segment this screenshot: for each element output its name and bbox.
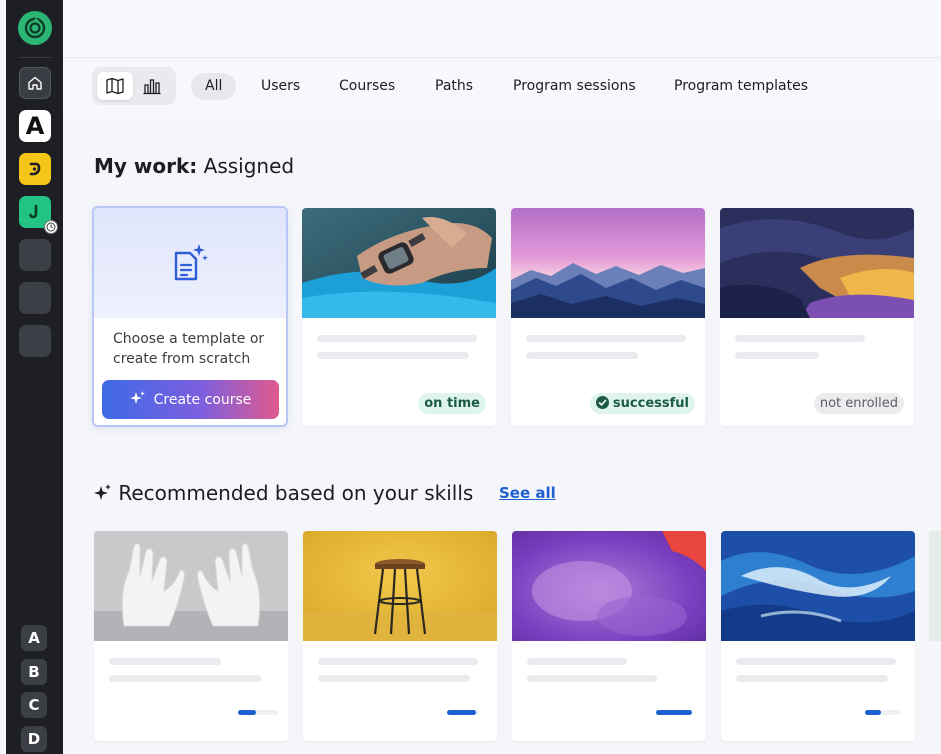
home-button[interactable] <box>19 67 51 99</box>
status-badge-label: successful <box>612 396 689 411</box>
view-toggle <box>92 67 176 105</box>
rail-letter-a[interactable]: A <box>21 625 47 651</box>
placeholder-line <box>736 658 896 665</box>
app-a-letter: A <box>25 112 45 140</box>
app-placeholder-1[interactable] <box>19 239 51 271</box>
my-work-title-label: My work: <box>94 154 198 178</box>
status-badge: successful <box>589 393 695 414</box>
recommended-course-card[interactable] <box>512 531 706 741</box>
placeholder-line <box>735 352 819 359</box>
placeholder-line <box>735 335 865 342</box>
progress-track <box>238 710 278 715</box>
my-work-title-filter: Assigned <box>203 154 295 178</box>
tab-program-sessions[interactable]: Program sessions <box>513 73 636 100</box>
status-badge: not enrolled <box>813 393 904 414</box>
recommended-course-card[interactable] <box>94 531 288 741</box>
progress-fill <box>656 710 692 715</box>
create-card-text: Choose a template or create from scratch <box>113 331 265 367</box>
sparkle-icon <box>94 481 118 505</box>
progress-track <box>865 710 901 715</box>
placeholder-line <box>527 675 657 682</box>
placeholder-line <box>109 675 261 682</box>
tab-users[interactable]: Users <box>261 73 300 100</box>
placeholder-line <box>317 335 477 342</box>
placeholder-line <box>526 352 638 359</box>
sparkle-icon <box>129 390 146 410</box>
app-placeholder-3[interactable] <box>19 325 51 357</box>
tab-all[interactable]: All <box>191 73 237 100</box>
app-green-button[interactable] <box>19 196 58 234</box>
left-rail: A A B C D <box>6 0 63 754</box>
bar-chart-icon <box>143 79 161 95</box>
wristwatch-image <box>302 208 496 318</box>
check-icon <box>595 396 609 409</box>
status-badge: on time <box>418 393 486 414</box>
purple-smoke-image <box>512 531 706 641</box>
recommended-course-card[interactable] <box>303 531 497 741</box>
rail-letter-b[interactable]: B <box>21 659 47 685</box>
create-card-banner <box>94 208 286 318</box>
app-placeholder-2[interactable] <box>19 282 51 314</box>
placeholder-line <box>318 658 478 665</box>
logo-icon <box>24 17 46 39</box>
top-bar <box>63 0 941 57</box>
create-course-button[interactable]: Create course <box>102 380 279 419</box>
chart-view-button[interactable] <box>134 72 170 100</box>
create-course-label: Create course <box>153 391 252 408</box>
tab-program-templates[interactable]: Program templates <box>674 73 808 100</box>
app-logo[interactable] <box>18 11 52 45</box>
app-green-icon <box>29 204 38 219</box>
placeholder-line <box>527 658 627 665</box>
assigned-course-card[interactable]: on time <box>302 208 496 426</box>
placeholder-line <box>318 675 470 682</box>
app-a-button[interactable]: A <box>19 110 51 142</box>
placeholder-line <box>526 335 686 342</box>
progress-fill <box>865 710 882 715</box>
document-sparkle-icon <box>174 244 208 281</box>
rail-letter-c[interactable]: C <box>21 692 47 718</box>
progress-track <box>447 710 479 715</box>
assigned-course-card[interactable]: not enrolled <box>720 208 914 426</box>
see-all-link[interactable]: See all <box>499 484 556 502</box>
rail-divider <box>19 57 51 58</box>
next-card-peek <box>929 531 941 641</box>
placeholder-line <box>109 658 221 665</box>
placeholder-line <box>317 352 469 359</box>
create-course-card: Choose a template or create from scratch… <box>92 206 288 427</box>
recommended-course-card[interactable] <box>721 531 915 741</box>
my-work-title: My work: Assigned <box>94 154 294 178</box>
placeholder-line <box>736 675 888 682</box>
tab-courses[interactable]: Courses <box>339 73 395 100</box>
hands-sculpture-image <box>94 531 288 641</box>
mountains-image <box>511 208 705 318</box>
app-yellow-icon <box>29 162 41 176</box>
progress-fill <box>447 710 476 715</box>
clock-icon <box>44 220 58 234</box>
home-icon <box>28 76 42 90</box>
tab-paths[interactable]: Paths <box>435 73 473 100</box>
progress-fill <box>238 710 256 715</box>
rail-letter-d[interactable]: D <box>21 726 47 752</box>
app-yellow-button[interactable] <box>19 153 51 185</box>
abstract-image <box>720 208 914 318</box>
progress-track <box>656 710 692 715</box>
map-view-button[interactable] <box>97 72 133 100</box>
recommended-title: Recommended based on your skills <box>94 481 473 505</box>
stool-image <box>303 531 497 641</box>
map-icon <box>106 77 124 95</box>
ocean-wave-image <box>721 531 915 641</box>
assigned-course-card[interactable]: successful <box>511 208 705 426</box>
recommended-title-label: Recommended based on your skills <box>118 481 474 505</box>
